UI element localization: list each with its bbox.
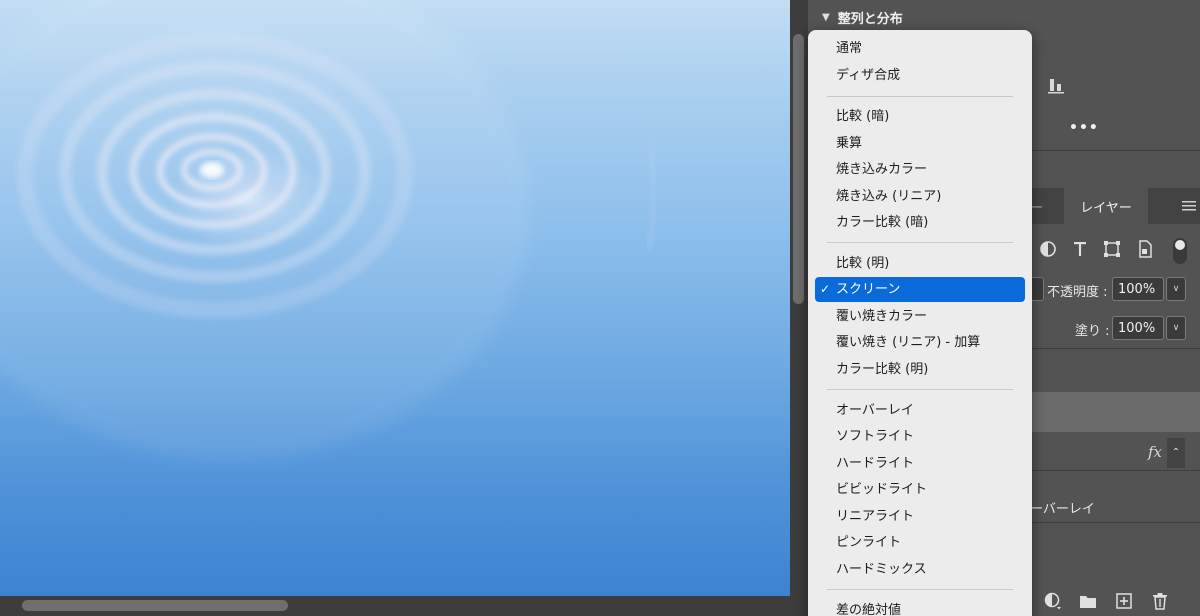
menu-item-difference[interactable]: 差の絶対値 — [808, 598, 1032, 616]
chevron-up-icon[interactable]: ⌃ — [1167, 438, 1185, 468]
fx-icon[interactable]: fx — [1148, 443, 1162, 461]
menu-item-hard-mix[interactable]: ハードミックス — [808, 557, 1032, 582]
adjustment-icon[interactable] — [1039, 240, 1057, 258]
menu-item-pin-light[interactable]: ピンライト — [808, 530, 1032, 555]
menu-item-lighter-color[interactable]: カラー比較 (明) — [808, 357, 1032, 382]
blend-mode-menu: 通常 ディザ合成 比較 (暗) 乗算 焼き込みカラー 焼き込み (リニア) カラ… — [808, 30, 1032, 616]
type-icon[interactable] — [1071, 240, 1089, 258]
menu-separator — [827, 96, 1013, 97]
new-group-icon[interactable] — [1079, 592, 1097, 610]
menu-item-screen[interactable]: ✓ スクリーン — [815, 277, 1025, 302]
checkmark-icon: ✓ — [820, 282, 831, 296]
fill-field[interactable]: 100% — [1112, 316, 1164, 340]
vertical-scrollbar-thumb[interactable] — [793, 34, 804, 304]
blend-mode-dropdown-edge[interactable] — [1030, 277, 1044, 301]
menu-item-vivid-light[interactable]: ビビッドライト — [808, 477, 1032, 502]
adjustment-layer-icon[interactable] — [1044, 592, 1062, 610]
layer-effect-name[interactable]: ーバーレイ — [1030, 498, 1095, 517]
horizontal-scrollbar-thumb[interactable] — [22, 600, 288, 611]
panel-menu-icon[interactable] — [1182, 200, 1196, 212]
opacity-dropdown[interactable]: ∨ — [1166, 277, 1186, 301]
menu-item-linear-light[interactable]: リニアライト — [808, 504, 1032, 529]
more-options-icon[interactable]: ••• — [1069, 120, 1099, 136]
layer-filter-toggle-knob — [1175, 240, 1185, 250]
menu-separator — [827, 589, 1013, 590]
delete-icon[interactable] — [1151, 592, 1169, 610]
menu-item-dissolve[interactable]: ディザ合成 — [808, 63, 1032, 88]
ripple-artwork — [0, 0, 658, 460]
menu-item-linear-burn[interactable]: 焼き込み (リニア) — [808, 184, 1032, 209]
menu-item-color-dodge[interactable]: 覆い焼きカラー — [808, 304, 1032, 329]
menu-separator — [827, 389, 1013, 390]
fill-dropdown[interactable]: ∨ — [1166, 316, 1186, 340]
menu-item-darker-color[interactable]: カラー比較 (暗) — [808, 210, 1032, 235]
align-distribute-header[interactable]: ▼ 整列と分布 — [822, 8, 903, 27]
document-canvas[interactable] — [0, 0, 790, 596]
menu-item-hard-light[interactable]: ハードライト — [808, 451, 1032, 476]
transform-icon[interactable] — [1103, 240, 1121, 258]
menu-item-label: スクリーン — [836, 282, 901, 297]
menu-separator — [827, 242, 1013, 243]
distribute-bottom-icon[interactable] — [1047, 77, 1065, 95]
opacity-field[interactable]: 100% — [1112, 277, 1164, 301]
fill-label: 塗り : — [1075, 324, 1110, 339]
menu-item-linear-dodge[interactable]: 覆い焼き (リニア) - 加算 — [808, 330, 1032, 355]
new-layer-icon[interactable] — [1115, 592, 1133, 610]
tab-layers[interactable]: レイヤー — [1064, 188, 1148, 224]
menu-item-normal[interactable]: 通常 — [808, 36, 1032, 61]
menu-item-darken[interactable]: 比較 (暗) — [808, 104, 1032, 129]
menu-item-multiply[interactable]: 乗算 — [808, 131, 1032, 156]
section-title: 整列と分布 — [837, 12, 903, 27]
photoshop-window: ▼ 整列と分布 ••• ー レイヤー 不透明度 : 100% ∨ 塗り : 10… — [0, 0, 1200, 616]
menu-item-color-burn[interactable]: 焼き込みカラー — [808, 157, 1032, 182]
menu-item-soft-light[interactable]: ソフトライト — [808, 424, 1032, 449]
artboard-icon[interactable] — [1136, 240, 1154, 258]
menu-item-lighten[interactable]: 比較 (明) — [808, 251, 1032, 276]
menu-item-overlay[interactable]: オーバーレイ — [808, 398, 1032, 423]
chevron-down-icon: ▼ — [822, 12, 830, 23]
opacity-label: 不透明度 : — [1047, 285, 1108, 300]
